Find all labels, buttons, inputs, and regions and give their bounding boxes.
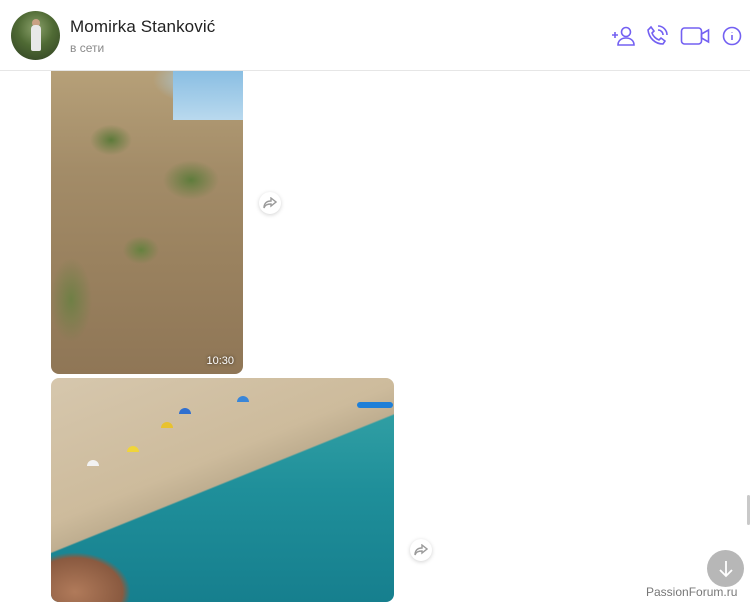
phone-icon[interactable] bbox=[645, 23, 669, 49]
umbrella bbox=[237, 396, 249, 402]
share-icon[interactable] bbox=[410, 539, 432, 561]
info-icon[interactable] bbox=[721, 23, 743, 49]
contact-status: в сети bbox=[70, 41, 105, 55]
umbrella bbox=[161, 422, 173, 428]
scroll-down-button[interactable] bbox=[707, 550, 744, 587]
video-icon[interactable] bbox=[679, 23, 711, 49]
avatar[interactable] bbox=[11, 11, 60, 60]
boat bbox=[357, 402, 393, 408]
video-message-cliff[interactable]: 10:30 bbox=[51, 60, 243, 374]
watermark: PassionForum.ru bbox=[646, 585, 738, 599]
share-icon[interactable] bbox=[259, 192, 281, 214]
umbrella bbox=[179, 408, 191, 414]
umbrella bbox=[87, 460, 99, 466]
video-message-beach[interactable] bbox=[51, 378, 394, 602]
rock bbox=[51, 552, 131, 602]
avatar-figure bbox=[31, 25, 41, 51]
add-contact-icon[interactable] bbox=[611, 23, 637, 49]
umbrella bbox=[127, 446, 139, 452]
chat-header: Momirka Stanković в сети bbox=[0, 0, 750, 71]
contact-name[interactable]: Momirka Stanković bbox=[70, 17, 215, 37]
message-time: 10:30 bbox=[206, 355, 234, 367]
